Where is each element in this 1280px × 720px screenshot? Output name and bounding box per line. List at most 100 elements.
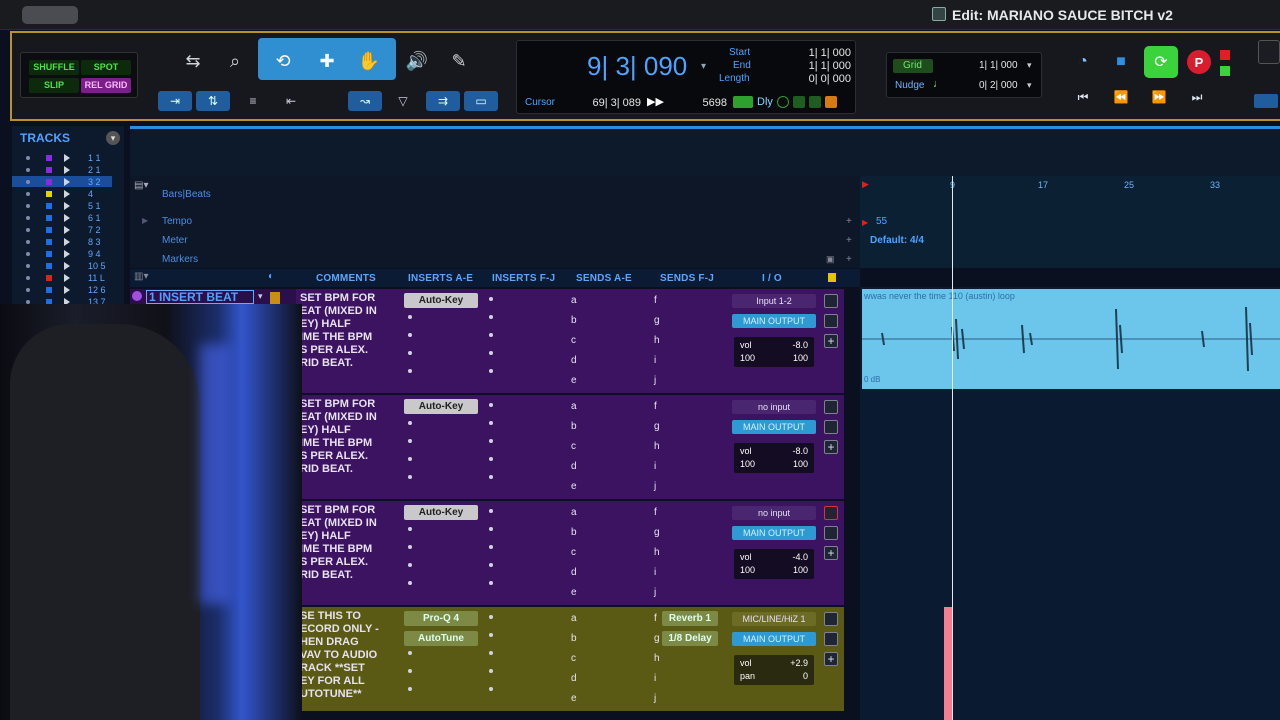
send-slot-label[interactable]: h xyxy=(654,547,660,558)
window-tab-button[interactable] xyxy=(22,6,78,24)
input-selector[interactable]: MIC/LINE/HiZ 1 xyxy=(732,612,816,626)
input-selector[interactable]: no input xyxy=(732,400,816,414)
send-slot-label[interactable]: b xyxy=(571,421,577,432)
fast-forward-icon[interactable]: ⏩ xyxy=(1142,86,1176,108)
insert-slot-icon[interactable] xyxy=(489,581,493,585)
send-slot-label[interactable]: b xyxy=(571,315,577,326)
tracks-list-item[interactable]: 12 6 xyxy=(12,284,112,295)
grabber-tool-icon[interactable]: ✋ xyxy=(352,44,386,78)
add-meter-icon[interactable]: + xyxy=(846,235,852,246)
send-slot-label[interactable]: c xyxy=(571,335,576,346)
insert-slot-icon[interactable] xyxy=(489,351,493,355)
visibility-dot-icon[interactable] xyxy=(26,191,30,196)
send-slot-label[interactable]: d xyxy=(571,567,577,578)
send-slot-label[interactable]: a xyxy=(571,401,577,412)
pan-left-value[interactable]: 100 xyxy=(740,353,755,363)
send-slot-label[interactable]: c xyxy=(571,653,576,664)
insert-slot-icon[interactable] xyxy=(489,545,493,549)
visibility-dot-icon[interactable] xyxy=(26,179,30,184)
track-comment[interactable]: SET BPM FOR EAT (MIXED IN EY) HALF IME T… xyxy=(300,398,392,476)
send-slot-label[interactable]: g xyxy=(654,421,660,432)
insert-slot-icon[interactable] xyxy=(408,527,412,531)
pan-left-value[interactable]: 100 xyxy=(740,565,755,575)
view-menu-icon[interactable]: ▥▾ xyxy=(134,271,148,282)
zoom-toggle-icon[interactable]: ⇆ xyxy=(176,44,210,78)
meter-icon[interactable] xyxy=(733,96,753,108)
zoomer-tool-icon[interactable]: ⌕ xyxy=(218,44,252,78)
record-icon[interactable]: P xyxy=(1187,50,1211,74)
send-slot-label[interactable]: e xyxy=(571,587,577,598)
insert-slot-icon[interactable] xyxy=(489,457,493,461)
link-timeline-icon[interactable]: ⇤ xyxy=(274,91,308,111)
track-name-dropdown-icon[interactable]: ▾ xyxy=(258,291,263,302)
track-record-icon[interactable] xyxy=(132,291,142,301)
send-slot-label[interactable]: j xyxy=(654,693,656,704)
recorded-region[interactable] xyxy=(944,607,952,720)
trim-tool-icon[interactable]: ⟲ xyxy=(266,44,300,78)
record-enable-icon[interactable] xyxy=(1220,50,1230,60)
insert-slot-icon[interactable] xyxy=(489,633,493,637)
go-to-end-icon[interactable]: ⏭ xyxy=(1180,86,1214,108)
count-off-button[interactable] xyxy=(1258,40,1280,64)
insert-b-button[interactable]: AutoTune xyxy=(404,631,478,646)
audio-clip[interactable] xyxy=(862,289,1280,389)
grid-mode-button[interactable]: REL GRID xyxy=(81,78,131,93)
tracks-list-item[interactable]: 10 5 xyxy=(12,260,112,271)
send-slot-label[interactable]: i xyxy=(654,461,656,472)
volume-value[interactable]: +2.9 xyxy=(790,658,808,668)
loop-play-icon[interactable]: ⟳ xyxy=(1144,46,1178,78)
automation-follow-icon[interactable]: ↝ xyxy=(348,91,382,111)
pencil-tool-icon[interactable]: ✎ xyxy=(442,44,476,78)
track-name-field[interactable]: 1 INSERT BEAT xyxy=(146,290,254,304)
tracks-list-item[interactable]: 9 4 xyxy=(12,248,112,259)
track-comment[interactable]: SE THIS TO ECORD ONLY - HEN DRAG VAV TO … xyxy=(300,610,392,701)
send-slot-label[interactable]: g xyxy=(654,633,660,644)
send-slot-label[interactable]: a xyxy=(571,295,577,306)
insert-slot-icon[interactable] xyxy=(408,651,412,655)
visibility-dot-icon[interactable] xyxy=(26,167,30,172)
send-slot-label[interactable]: d xyxy=(571,355,577,366)
zoom-preset-icon[interactable]: ⇥ xyxy=(158,91,192,111)
send-slot-label[interactable]: f xyxy=(654,613,657,624)
insert-slot-icon[interactable] xyxy=(408,439,412,443)
tempo-marker-icon[interactable]: ▶ xyxy=(862,218,868,227)
output-selector[interactable]: MAIN OUTPUT xyxy=(732,314,816,328)
add-marker-icon[interactable]: + xyxy=(846,254,852,265)
input-monitor-button[interactable] xyxy=(824,506,838,520)
send-slot-label[interactable]: b xyxy=(571,527,577,538)
settings-icon[interactable] xyxy=(793,96,805,108)
send-slot-label[interactable]: c xyxy=(571,441,576,452)
online-icon[interactable]: ◔ xyxy=(1066,46,1100,78)
add-icon[interactable]: + xyxy=(824,546,838,560)
send-g-button[interactable]: 1/8 Delay xyxy=(662,631,718,646)
insert-slot-icon[interactable] xyxy=(489,421,493,425)
tracks-list-item[interactable]: 8 3 xyxy=(12,236,112,247)
visibility-dot-icon[interactable] xyxy=(26,227,30,232)
send-slot-label[interactable]: d xyxy=(571,461,577,472)
insert-slot-icon[interactable] xyxy=(408,669,412,673)
slip-mode-button[interactable]: SLIP xyxy=(29,78,79,93)
insert-slot-icon[interactable] xyxy=(489,297,493,301)
add-icon[interactable]: + xyxy=(824,440,838,454)
track-comment[interactable]: SET BPM FOR EAT (MIXED IN EY) HALF IME T… xyxy=(300,292,392,370)
end-value[interactable]: 1| 1| 000 xyxy=(787,60,851,72)
link-track-selection-icon[interactable]: ⇉ xyxy=(426,91,460,111)
input-monitor-button[interactable] xyxy=(824,294,838,308)
insert-slot-icon[interactable] xyxy=(489,651,493,655)
track-color-icon[interactable]: ◐ xyxy=(268,271,274,282)
clip-gain[interactable]: 0 dB xyxy=(864,375,880,384)
output-selector[interactable]: MAIN OUTPUT xyxy=(732,420,816,434)
insert-a-button[interactable]: Pro-Q 4 xyxy=(404,611,478,626)
visibility-dot-icon[interactable] xyxy=(26,299,30,304)
nudge-value[interactable]: 0| 2| 000 xyxy=(979,80,1018,91)
mute-indicator-icon[interactable] xyxy=(825,96,837,108)
insertion-follows-icon[interactable]: ▽ xyxy=(386,91,420,111)
tracks-list-item[interactable]: 7 2 xyxy=(12,224,112,235)
send-slot-label[interactable]: a xyxy=(571,507,577,518)
output-window-button[interactable] xyxy=(824,314,838,328)
visibility-dot-icon[interactable] xyxy=(26,155,30,160)
visibility-dot-icon[interactable] xyxy=(26,263,30,268)
volume-pan-panel[interactable]: vol -8.0 100 100 xyxy=(734,443,814,473)
start-value[interactable]: 1| 1| 000 xyxy=(787,47,851,59)
insert-slot-icon[interactable] xyxy=(489,475,493,479)
